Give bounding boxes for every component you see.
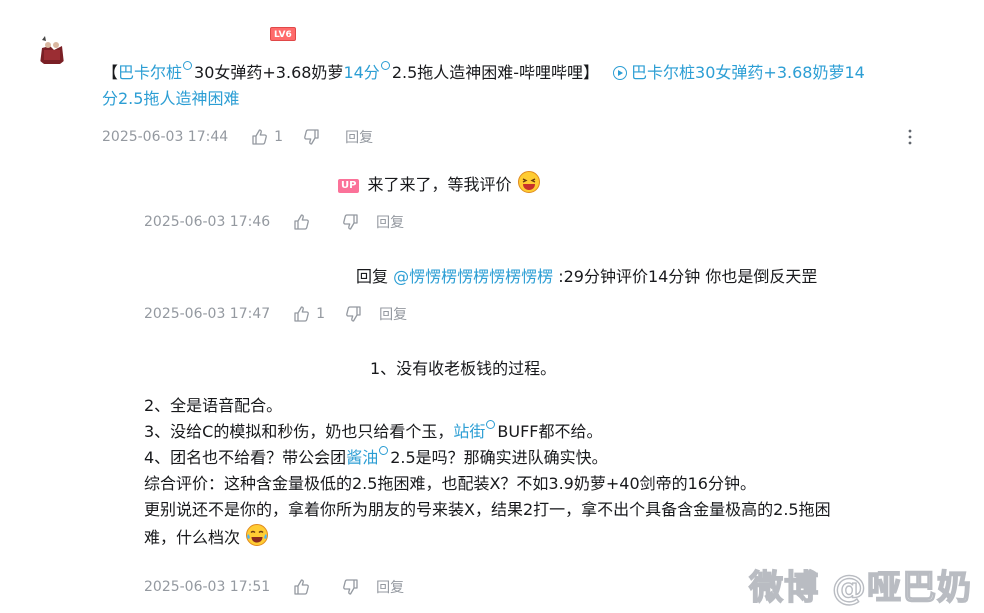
timestamp: 2025-06-03 17:44 bbox=[102, 129, 229, 145]
reply-3-line-4: 4、团名也不给看？带公会团酱油 2.5是吗？那确实进队确实快。 bbox=[144, 445, 964, 471]
dislike-icon[interactable] bbox=[343, 304, 363, 324]
play-video-icon bbox=[613, 66, 628, 80]
avatar-image bbox=[36, 34, 68, 66]
reply-3-meta: 2025-06-03 17:51 回复 bbox=[144, 577, 404, 597]
reply-3-line-1: 1、没有收老板钱的过程。 bbox=[370, 359, 557, 378]
text-part: 3、没给C的模拟和秒伤，奶也只给看个玉， bbox=[144, 422, 454, 441]
reply-prefix: 回复 bbox=[356, 267, 394, 286]
reply-2-text: 回复 @愣愣楞愣楞愣楞愣楞 :29分钟评价14分钟 你也是倒反天罡 bbox=[356, 264, 817, 290]
main-comment-text: 【巴卡尔桩 30女弹药+3.68奶萝14分 2.5拖人造神困难-哔哩哔哩】 巴卡尔桩3… bbox=[102, 60, 962, 112]
comment-text-part: 30女弹药+3.68奶萝 bbox=[194, 63, 344, 82]
video-link[interactable]: 巴卡尔桩30女弹药+3.68奶萝14 bbox=[631, 63, 865, 82]
reply-text: :29分钟评价14分钟 你也是倒反天罡 bbox=[553, 267, 818, 286]
text-part: 2.5是吗？那确实进队确实快。 bbox=[390, 448, 608, 467]
reply-text: 来了来了，等我评价 bbox=[367, 175, 512, 194]
reply-2-meta: 2025-06-03 17:47 1 回复 bbox=[144, 304, 407, 324]
laughing-emoji-icon bbox=[517, 170, 541, 202]
video-link-continued[interactable]: 分2.5拖人造神困难 bbox=[102, 89, 239, 108]
dislike-icon[interactable] bbox=[340, 577, 360, 597]
reply-3-line-2: 2、全是语音配合。 bbox=[144, 396, 283, 415]
keyword-link-14fen[interactable]: 14分 bbox=[343, 63, 379, 82]
reply-1-text: UP 来了来了，等我评价 bbox=[338, 170, 541, 202]
reply-button[interactable]: 回复 bbox=[376, 212, 404, 232]
dislike-icon[interactable] bbox=[301, 127, 321, 147]
bracket-open: 【 bbox=[102, 63, 119, 82]
reply-3-line-6: 更别说还不是你的，拿着你所为朋友的号来装X，结果2打一，拿不出个具备含金量极高的… bbox=[144, 500, 831, 519]
mention-link[interactable]: @愣愣楞愣楞愣楞愣楞 bbox=[393, 267, 553, 286]
reply-button[interactable]: 回复 bbox=[376, 577, 404, 597]
text-part: 4、团名也不给看？带公会团 bbox=[144, 448, 347, 467]
watermark: 微博 @哑巴奶 bbox=[748, 567, 972, 608]
reply-3-line-5: 综合评价：这种含金量极低的2.5拖困难，也配装X？不如3.9奶萝+40剑帝的16… bbox=[144, 474, 756, 493]
like-icon[interactable] bbox=[292, 212, 312, 232]
like-icon[interactable] bbox=[292, 577, 312, 597]
like-count: 1 bbox=[316, 306, 326, 322]
timestamp: 2025-06-03 17:47 bbox=[144, 306, 271, 322]
search-icon bbox=[183, 61, 193, 70]
text-part: BUFF都不给。 bbox=[497, 422, 603, 441]
reply-button[interactable]: 回复 bbox=[379, 304, 407, 324]
main-comment-meta: 2025-06-03 17:44 1 回复 bbox=[102, 127, 373, 147]
more-options-icon[interactable] bbox=[902, 127, 918, 147]
up-badge: UP bbox=[338, 179, 360, 193]
level-badge: LV6 bbox=[270, 27, 296, 41]
dislike-icon[interactable] bbox=[340, 212, 360, 232]
reply-3-line-7: 难，什么档次 bbox=[144, 523, 964, 555]
reply-1-meta: 2025-06-03 17:46 回复 bbox=[144, 212, 404, 232]
reply-3-line-3: 3、没给C的模拟和秒伤，奶也只给看个玉，站街 BUFF都不给。 bbox=[144, 419, 964, 445]
search-icon bbox=[486, 420, 496, 429]
like-count: 1 bbox=[274, 129, 284, 145]
keyword-link-zhanjie[interactable]: 站街 bbox=[453, 422, 485, 441]
timestamp: 2025-06-03 17:51 bbox=[144, 579, 271, 595]
reply-3-body: 2、全是语音配合。 3、没给C的模拟和秒伤，奶也只给看个玉，站街 BUFF都不给。… bbox=[144, 393, 964, 555]
search-icon bbox=[380, 61, 390, 70]
timestamp: 2025-06-03 17:46 bbox=[144, 214, 271, 230]
comment-text-part: 2.5拖人造神困难-哔哩哔哩】 bbox=[391, 63, 600, 82]
tears-of-joy-emoji-icon bbox=[245, 523, 269, 555]
keyword-link-jiangyou[interactable]: 酱油 bbox=[346, 448, 378, 467]
avatar[interactable] bbox=[36, 34, 68, 66]
reply-button[interactable]: 回复 bbox=[345, 127, 373, 147]
search-icon bbox=[379, 446, 389, 455]
text-part: 难，什么档次 bbox=[144, 528, 241, 547]
keyword-link-bakaer[interactable]: 巴卡尔桩 bbox=[118, 63, 182, 82]
like-icon[interactable] bbox=[250, 127, 270, 147]
like-icon[interactable] bbox=[292, 304, 312, 324]
